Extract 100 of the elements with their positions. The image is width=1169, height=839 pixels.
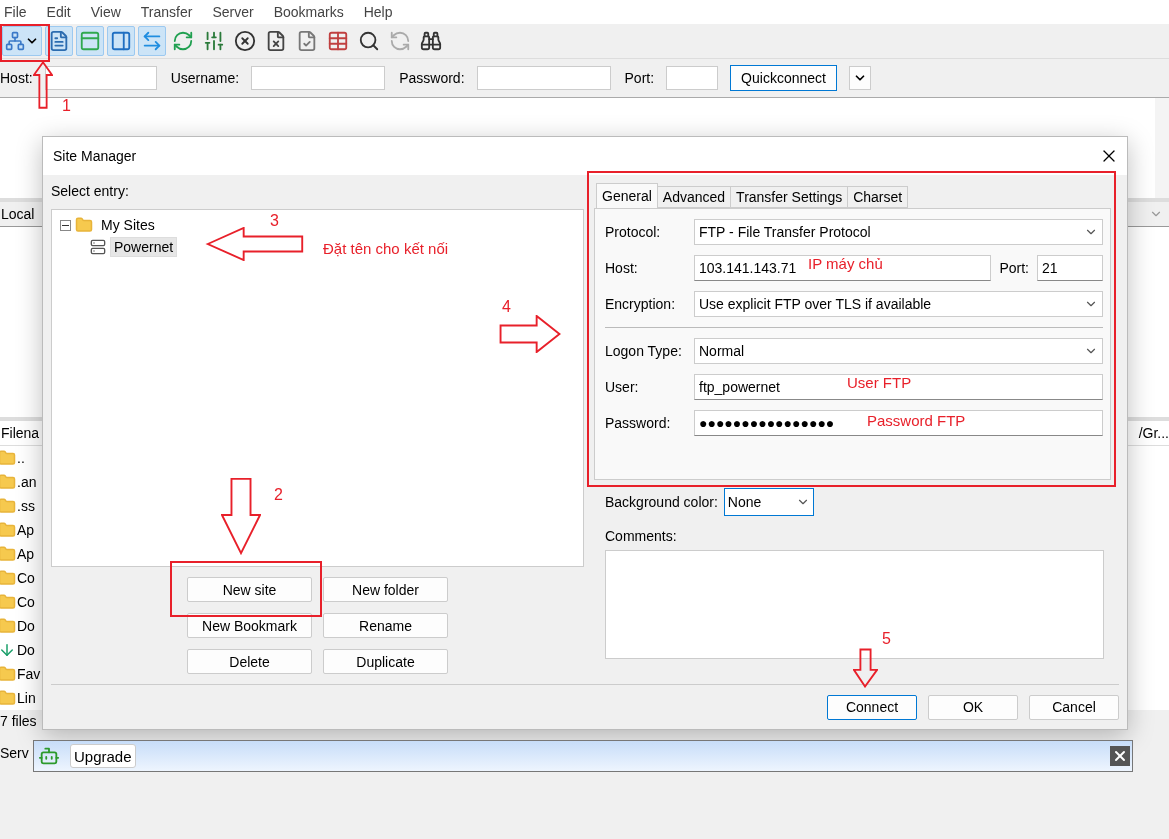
folder-icon [0, 545, 16, 563]
file-name[interactable]: .ss [17, 498, 35, 514]
dialog-button[interactable]: Duplicate [323, 649, 448, 674]
pane-label: Local [1, 206, 35, 222]
tab[interactable]: Advanced [656, 186, 732, 208]
up-arrow [33, 60, 53, 109]
comments-field[interactable] [605, 550, 1104, 659]
column-header[interactable]: Filena [1, 425, 40, 441]
file-name[interactable]: Ap [17, 522, 35, 538]
dialog-button[interactable]: Cancel [1029, 694, 1119, 720]
scrollbar[interactable] [1155, 98, 1169, 198]
field-label: Protocol: [605, 224, 662, 240]
right-arrow [499, 315, 561, 353]
dialog-button[interactable]: New site [187, 577, 312, 602]
tab[interactable]: Charset [847, 186, 909, 208]
refresh-icon [172, 30, 194, 52]
field-label: Password: [605, 415, 672, 431]
refresh-icon [389, 30, 411, 52]
status-text: 7 files [0, 713, 37, 729]
annotation-note: Password FTP [867, 412, 966, 429]
folder-icon [0, 617, 16, 635]
binoculars-icon [420, 30, 442, 52]
file-name[interactable]: Co [17, 594, 35, 610]
file-name[interactable]: Co [17, 570, 35, 586]
menu-item[interactable]: Help [363, 4, 393, 20]
input-field[interactable] [251, 66, 386, 90]
quickconnect-button[interactable]: Quickconnect [730, 65, 837, 91]
server-icon [90, 239, 106, 255]
field-label: User: [605, 379, 640, 395]
menu-item[interactable]: Edit [46, 4, 71, 20]
folder-icon [0, 521, 16, 539]
input-field[interactable] [666, 66, 719, 90]
tab[interactable]: General [596, 183, 658, 208]
menu-item[interactable]: File [4, 4, 27, 20]
dialog-button[interactable]: Delete [187, 649, 312, 674]
download-arrow-icon [0, 641, 16, 659]
upgrade-button[interactable]: Upgrade [70, 744, 136, 768]
dialog-button[interactable]: New Bookmark [187, 613, 312, 638]
cancel-icon [234, 30, 256, 52]
sliders-icon [203, 30, 225, 52]
folder-icon [0, 665, 16, 683]
file-name[interactable]: Do [17, 618, 35, 634]
menu-item[interactable]: Bookmarks [273, 4, 344, 20]
annotation-note: User FTP [847, 374, 912, 391]
file-name[interactable]: Ap [17, 546, 35, 562]
input-field[interactable]: 21 [1037, 255, 1103, 281]
field-label: Port: [999, 260, 1029, 276]
step-number: 2 [274, 486, 283, 504]
file-name[interactable]: Fav [17, 666, 41, 682]
field-label: Host: [0, 70, 33, 86]
close-button[interactable] [1110, 746, 1130, 766]
document-icon [48, 30, 70, 52]
file-name[interactable]: .an [17, 474, 37, 490]
arrows-icon [141, 30, 163, 52]
dropdown[interactable]: Use explicit FTP over TLS if available [694, 291, 1103, 317]
dialog-button[interactable]: Connect [827, 694, 917, 720]
folder-icon [0, 497, 16, 515]
collapse-toggle[interactable] [60, 219, 71, 231]
dialog-button[interactable]: New folder [323, 577, 448, 602]
input-field[interactable] [44, 66, 157, 90]
dropdown[interactable]: None [723, 488, 814, 516]
dialog-button[interactable]: OK [928, 694, 1018, 720]
field-label: Host: [605, 260, 639, 276]
log-tab[interactable]: Serv [0, 745, 29, 761]
dropdown[interactable]: FTP - File Transfer Protocol [694, 219, 1103, 245]
folder-icon [75, 216, 93, 234]
folder-icon [0, 569, 16, 587]
panel-icon [110, 30, 132, 52]
window-title: Site Manager [53, 148, 137, 164]
dialog-button[interactable]: Rename [323, 613, 448, 638]
field-label: Comments: [605, 528, 678, 544]
field-label: Background color: [605, 494, 718, 510]
field-label: Password: [399, 70, 465, 86]
file-name[interactable]: .. [17, 450, 25, 466]
folder-icon [0, 473, 16, 491]
network-icon [5, 31, 25, 51]
robot-icon [38, 745, 60, 767]
menu-item[interactable]: View [90, 4, 121, 20]
folder-icon [0, 449, 16, 467]
close-icon [1112, 748, 1128, 764]
annotation-note: IP máy chủ [808, 255, 883, 272]
search-icon [358, 30, 380, 52]
highlight-frame [0, 24, 50, 62]
tab[interactable]: Transfer Settings [730, 186, 849, 208]
dropdown-button[interactable] [848, 66, 871, 90]
section-label: Select entry: [51, 183, 130, 199]
tree-item[interactable]: My Sites [97, 215, 159, 235]
file-name[interactable]: Lin [17, 690, 36, 706]
menu-item[interactable]: Server [212, 4, 254, 20]
table-icon [327, 30, 349, 52]
column-header[interactable]: /Gr... [1138, 425, 1169, 441]
step-number: 1 [62, 97, 71, 115]
menu-item[interactable]: Transfer [140, 4, 193, 20]
field-label: Port: [624, 70, 655, 86]
tree-item[interactable]: Powernet [110, 237, 178, 257]
input-field[interactable] [476, 66, 611, 90]
dropdown[interactable]: Normal [694, 338, 1103, 364]
file-name[interactable]: Do [17, 642, 35, 658]
folder-icon [0, 593, 16, 611]
panel-icon [79, 30, 101, 52]
